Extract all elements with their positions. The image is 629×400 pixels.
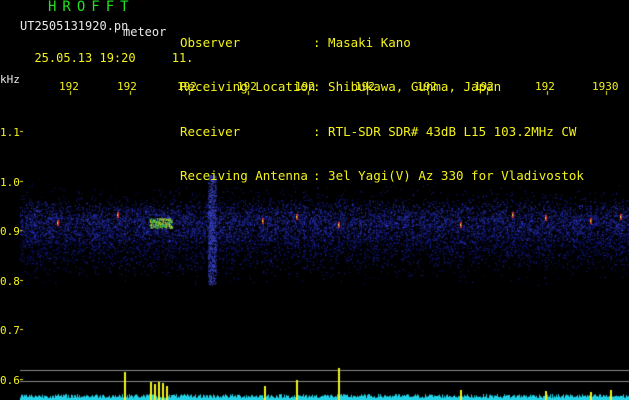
x-tick-7: 192	[417, 80, 437, 93]
info-labels: Observer Receiving Location Receiver Rec…	[180, 5, 315, 198]
x-tick-2: 192	[117, 80, 137, 93]
receiver-value: : RTL-SDR SDR# 43dB L15 103.2MHz CW	[313, 123, 577, 139]
antenna-label: Receiving Antenna	[180, 167, 308, 183]
y-tick-0.9: 0.9	[0, 225, 20, 238]
y-tick-0.8: 0.8	[0, 275, 20, 288]
receiver-label: Receiver	[180, 123, 241, 139]
app-logo: HROFFT	[48, 0, 135, 15]
x-tick-3: 192	[177, 80, 197, 93]
antenna-value: : 3el Yagi(V) Az 330 for Vladivostok	[313, 167, 584, 183]
y-tick-1.0: 1.0	[0, 176, 20, 189]
meteor-label: meteor	[123, 25, 167, 39]
y-tick-1.1: 1.1	[0, 126, 20, 139]
y-tick-0.7: 0.7	[0, 324, 20, 337]
observer-value: : Masaki Kano	[313, 35, 411, 50]
x-tick-10: 1930	[592, 80, 619, 93]
file-name: UT2505131920.pn	[20, 19, 129, 33]
y-axis-unit: kHz	[0, 73, 20, 86]
x-tick-1: 192	[59, 80, 79, 93]
info-values: : Masaki Kano : Shibukawa, Gunma, Japan …	[313, 5, 584, 198]
x-tick-5: 192	[295, 80, 315, 93]
y-tick-0.6: 0.6	[0, 374, 20, 387]
x-tick-4: 192	[237, 80, 257, 93]
observer-label: Observer	[180, 35, 241, 50]
date-time: 25.05.13 19:20 11.	[20, 40, 193, 64]
x-tick-6: 192	[355, 80, 375, 93]
date-time-value: 25.05.13 19:20	[34, 51, 136, 65]
x-tick-8: 192	[474, 80, 494, 93]
x-tick-9: 192	[535, 80, 555, 93]
